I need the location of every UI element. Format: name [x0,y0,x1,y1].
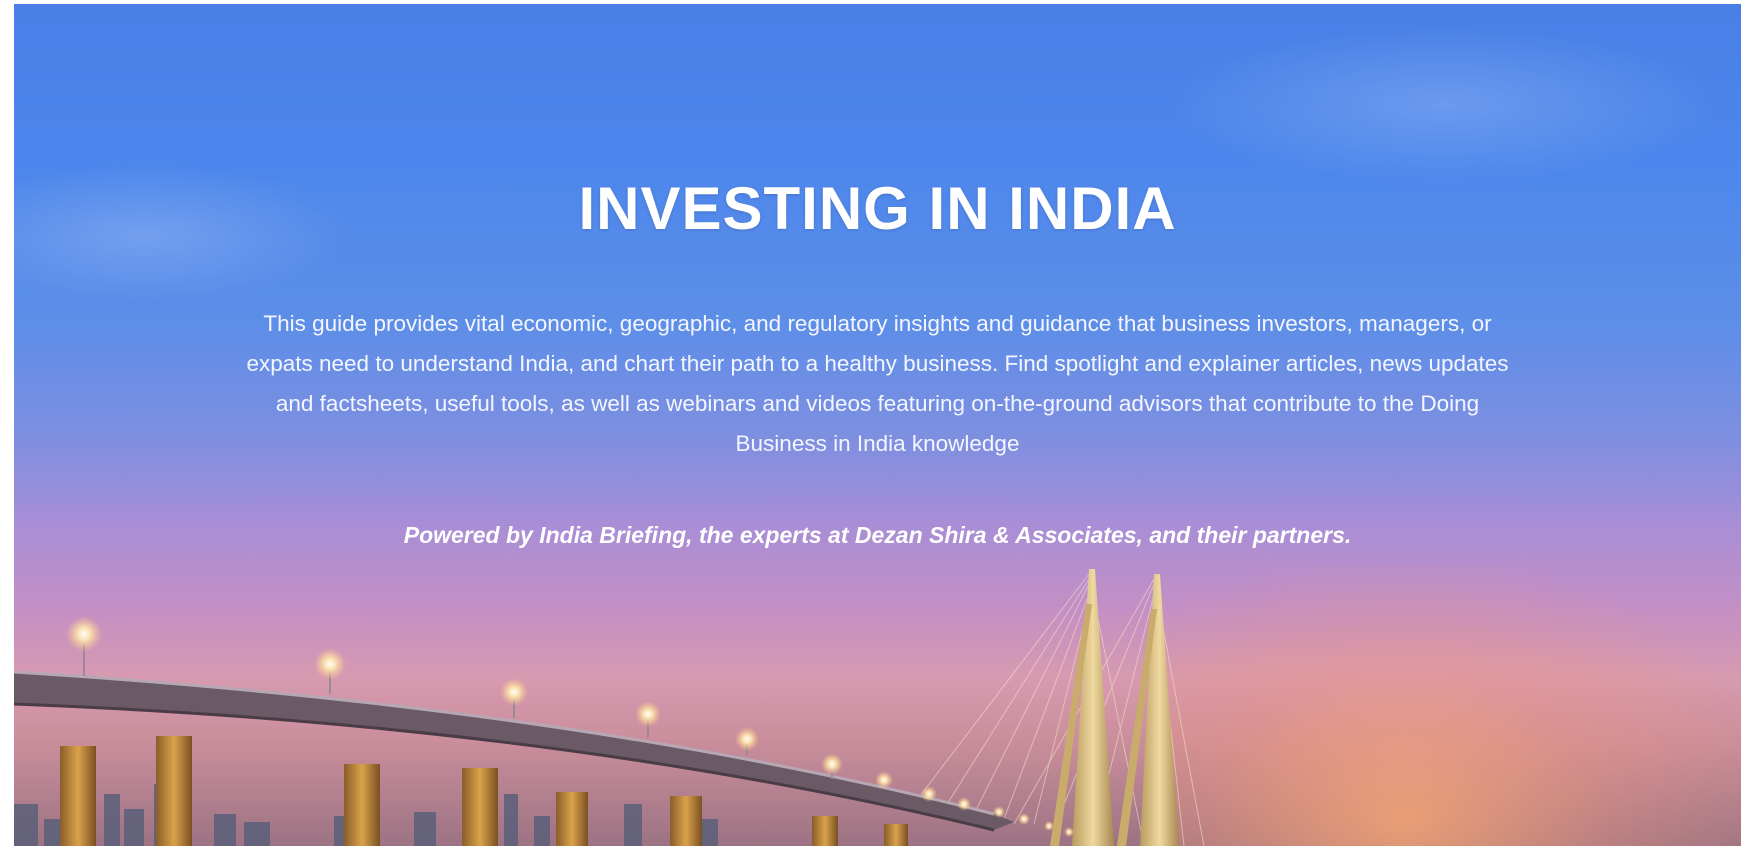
hero-banner: INVESTING IN INDIA This guide provides v… [14,4,1741,846]
powered-by-text: Powered by India Briefing, the experts a… [403,522,1352,548]
page-title: INVESTING IN INDIA [578,175,1177,242]
bridge-pillars [60,736,908,846]
hero-description: This guide provides vital economic, geog… [246,311,1509,456]
